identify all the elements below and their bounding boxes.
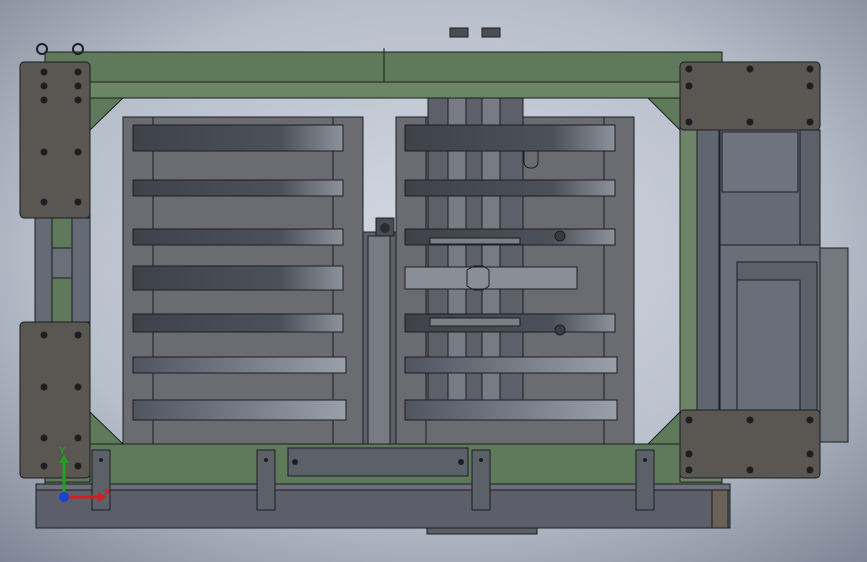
bolt-hole [74,462,82,470]
bolt-hole [685,416,693,424]
plate-bottom-left [19,321,91,479]
bolt-hole [40,96,48,104]
left-slat [132,179,344,197]
right-slat [404,179,616,197]
top-tab-left [449,27,469,38]
bolt-hole [806,450,814,458]
bolt-hole [806,416,814,424]
bolt-hole [685,450,693,458]
bolt-hole [74,82,82,90]
axis-x-label: X [104,487,111,498]
bolt-hole [40,82,48,90]
bolt-hole [685,82,693,90]
bolt-hole [746,416,754,424]
left-slat [132,265,344,291]
bolt-hole [685,118,693,126]
bolt-hole [746,118,754,126]
top-tab-right [481,27,501,38]
bolt-hole [40,68,48,76]
bolt-hole [40,434,48,442]
bolt-hole [74,331,82,339]
center-column [362,217,398,445]
left-slat [132,124,344,152]
bolt-hole [806,65,814,73]
right-slat [404,124,616,152]
bolt-hole [74,383,82,391]
left-slat [132,313,344,333]
cad-model-canvas[interactable]: X Y [0,0,867,562]
bolt-hole [74,434,82,442]
bracket-bolt [264,458,268,462]
axis-y-label: Y [59,446,66,457]
bolt-hole [40,462,48,470]
right-slat [404,399,618,421]
bracket-bolt [99,458,103,462]
bolt-hole [74,148,82,156]
cad-viewport[interactable]: X Y [0,0,867,562]
bolt-hole [74,96,82,104]
bolt-hole [40,383,48,391]
bolt-hole [806,82,814,90]
bolt-hole [74,198,82,206]
triad-z-arrow-icon [59,492,69,502]
bolt-hole [806,466,814,474]
bolt-hole [40,198,48,206]
left-slat [132,356,347,374]
left-rail [34,217,91,323]
bolt-hole [74,68,82,76]
bolt-hole [40,148,48,156]
right-panel [395,97,635,445]
left-panel [122,116,364,445]
bolt-hole [806,118,814,126]
bolt-hole [685,466,693,474]
bolt-hole [685,65,693,73]
left-slat [132,399,347,421]
bracket-bolt [479,458,483,462]
right-slat [404,356,618,374]
bolt-hole [746,65,754,73]
left-slat [132,228,344,246]
bolt-hole [40,331,48,339]
bracket-bolt [643,458,647,462]
bolt-hole [746,466,754,474]
